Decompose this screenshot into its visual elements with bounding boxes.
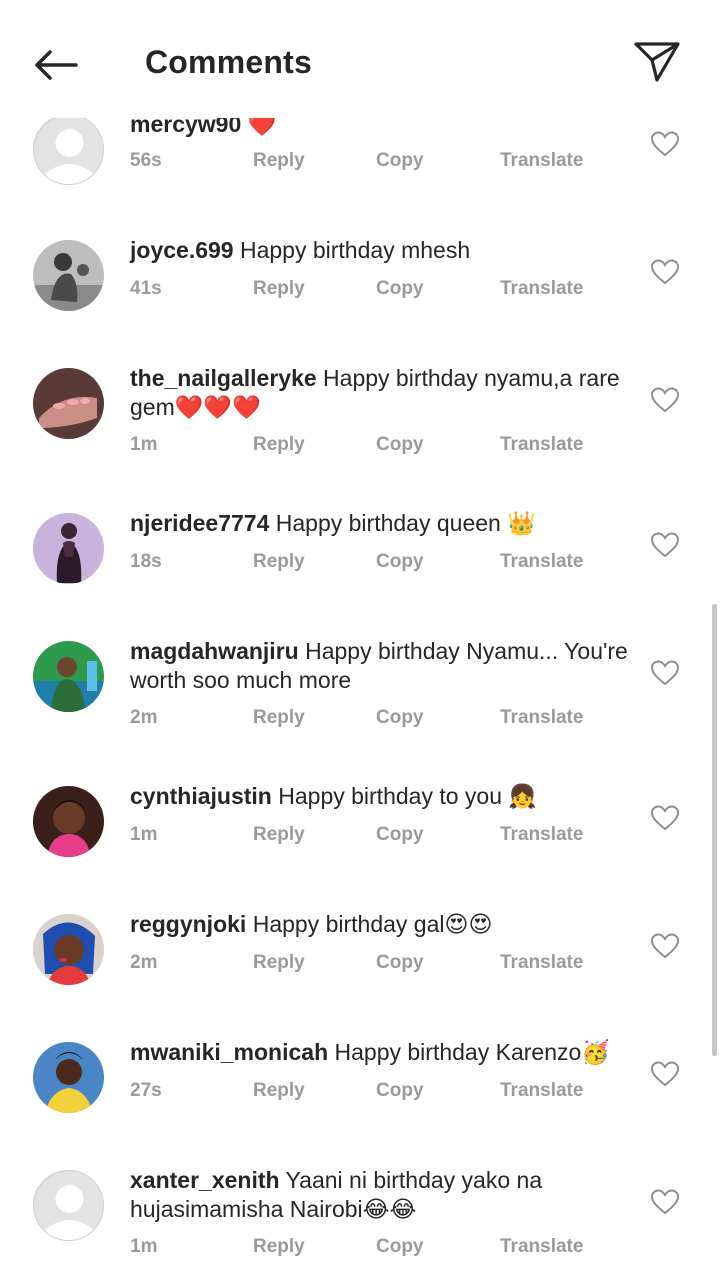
heart-icon[interactable]	[650, 386, 680, 414]
reply-button[interactable]: Reply	[253, 278, 305, 300]
comment-username[interactable]: mwaniki_monicah	[130, 1039, 328, 1065]
comment-text: Happy birthday Karenzo🥳	[328, 1039, 610, 1065]
share-button[interactable]	[628, 36, 686, 88]
copy-button[interactable]: Copy	[376, 1236, 424, 1258]
heart-icon[interactable]	[650, 130, 680, 158]
reply-button[interactable]: Reply	[253, 551, 305, 573]
heart-icon[interactable]	[650, 932, 680, 960]
avatar[interactable]	[33, 914, 104, 985]
reply-button[interactable]: Reply	[253, 952, 305, 974]
comment-time: 18s	[130, 551, 162, 572]
comment-time: 2m	[130, 952, 158, 973]
back-arrow-icon	[35, 50, 78, 80]
reply-button[interactable]: Reply	[253, 1236, 305, 1258]
copy-button[interactable]: Copy	[376, 150, 424, 172]
scrollbar[interactable]	[712, 604, 717, 1056]
header: Comments	[0, 0, 720, 118]
translate-button[interactable]: Translate	[500, 707, 583, 729]
comment-time: 1m	[130, 1236, 158, 1257]
translate-button[interactable]: Translate	[500, 434, 583, 456]
avatar[interactable]	[33, 1170, 104, 1241]
translate-button[interactable]: Translate	[500, 551, 583, 573]
comment-username[interactable]: njeridee7774	[130, 510, 269, 536]
comment-username[interactable]: the_nailgalleryke	[130, 365, 317, 391]
avatar[interactable]	[33, 641, 104, 712]
heart-icon[interactable]	[650, 1060, 680, 1088]
comment-username[interactable]: joyce.699	[130, 237, 234, 263]
translate-button[interactable]: Translate	[500, 824, 583, 846]
comment-text: Happy birthday mhesh	[233, 237, 471, 263]
paper-plane-icon	[634, 42, 680, 82]
comment-username[interactable]: cynthiajustin	[130, 783, 272, 809]
copy-button[interactable]: Copy	[376, 278, 424, 300]
reply-button[interactable]: Reply	[253, 434, 305, 456]
translate-button[interactable]: Translate	[500, 150, 583, 172]
copy-button[interactable]: Copy	[376, 952, 424, 974]
heart-icon[interactable]	[650, 804, 680, 832]
comment-text: Happy birthday gal😍😍	[246, 911, 493, 937]
reply-button[interactable]: Reply	[253, 1080, 305, 1102]
comment-time: 2m	[130, 707, 158, 728]
back-button[interactable]	[26, 38, 86, 92]
reply-button[interactable]: Reply	[253, 707, 305, 729]
translate-button[interactable]: Translate	[500, 1236, 583, 1258]
comment-time: 41s	[130, 278, 162, 299]
avatar[interactable]	[33, 240, 104, 311]
comment-time: 56s	[130, 150, 162, 171]
comment-time: 27s	[130, 1080, 162, 1101]
reply-button[interactable]: Reply	[253, 824, 305, 846]
copy-button[interactable]: Copy	[376, 551, 424, 573]
comment-text: Happy birthday queen 👑	[269, 510, 536, 536]
translate-button[interactable]: Translate	[500, 952, 583, 974]
comment-time: 1m	[130, 824, 158, 845]
comment-username[interactable]: xanter_xenith	[130, 1167, 280, 1193]
translate-button[interactable]: Translate	[500, 1080, 583, 1102]
avatar[interactable]	[33, 1042, 104, 1113]
copy-button[interactable]: Copy	[376, 434, 424, 456]
avatar[interactable]	[33, 114, 104, 185]
heart-icon[interactable]	[650, 659, 680, 687]
copy-button[interactable]: Copy	[376, 707, 424, 729]
avatar[interactable]	[33, 786, 104, 857]
reply-button[interactable]: Reply	[253, 150, 305, 172]
heart-icon[interactable]	[650, 531, 680, 559]
avatar[interactable]	[33, 368, 104, 439]
copy-button[interactable]: Copy	[376, 824, 424, 846]
comment-text: Happy birthday to you 👧	[271, 783, 538, 809]
comment-time: 1m	[130, 434, 158, 455]
copy-button[interactable]: Copy	[376, 1080, 424, 1102]
heart-icon[interactable]	[650, 1188, 680, 1216]
translate-button[interactable]: Translate	[500, 278, 583, 300]
heart-icon[interactable]	[650, 258, 680, 286]
comment-username[interactable]: magdahwanjiru	[130, 638, 299, 664]
page-title: Comments	[145, 44, 312, 80]
avatar[interactable]	[33, 513, 104, 584]
comment-username[interactable]: reggynjoki	[130, 911, 246, 937]
comments-list[interactable]: mercyw90 ❤️ 56s Reply Copy Translate joy…	[0, 0, 720, 1269]
